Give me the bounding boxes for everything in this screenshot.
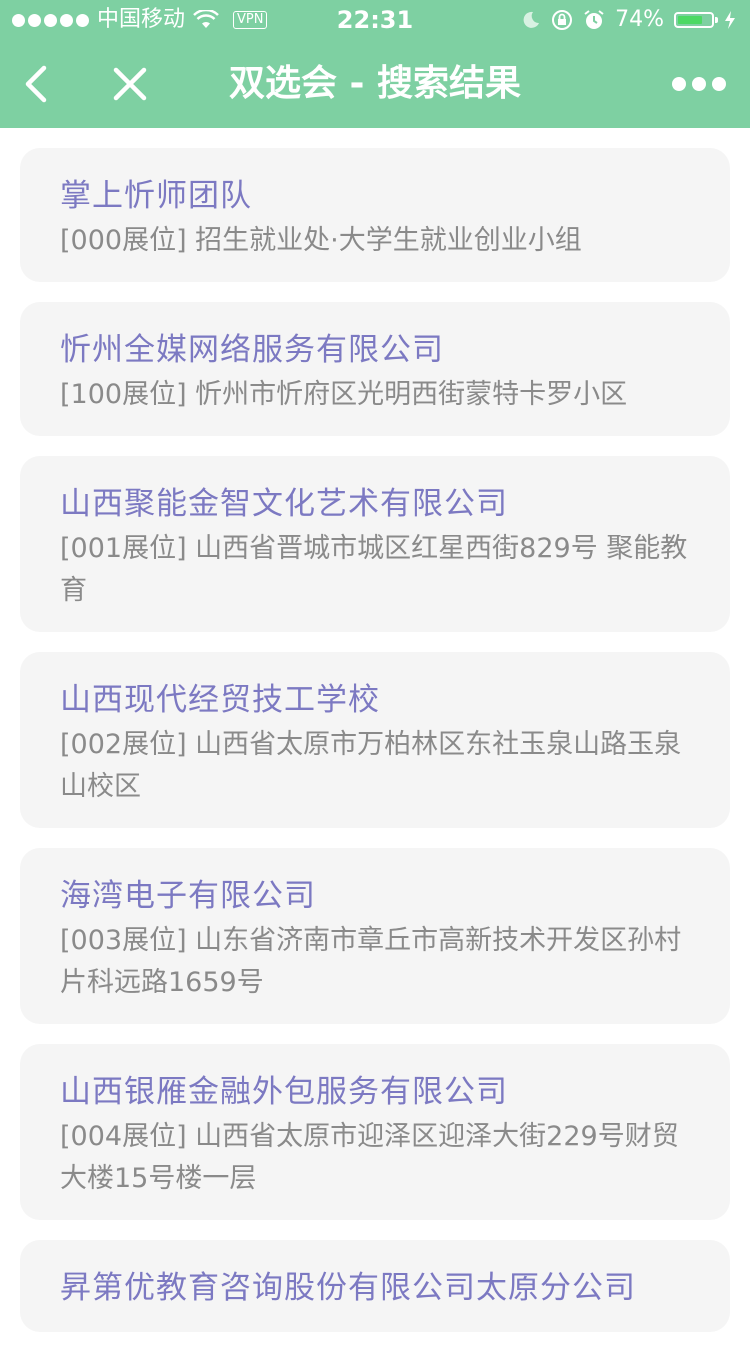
result-card[interactable]: 掌上忻师团队 [000展位] 招生就业处·大学生就业创业小组 (20, 148, 730, 282)
result-card[interactable]: 海湾电子有限公司 [003展位] 山东省济南市章丘市高新技术开发区孙村片科远路16… (20, 848, 730, 1024)
battery-icon (674, 12, 718, 28)
company-name: 山西现代经贸技工学校 (60, 682, 380, 718)
top-bar: 中国移动 VPN 22:31 74% 双选会 - 搜索结果 (0, 0, 750, 128)
search-result-list: 掌上忻师团队 [000展位] 招生就业处·大学生就业创业小组忻州全媒网络服务有限公… (20, 148, 730, 1352)
status-bar: 中国移动 VPN 22:31 74% (0, 0, 750, 40)
battery-fill (678, 16, 702, 24)
battery-percent: 74% (615, 7, 664, 32)
result-card[interactable]: 山西银雁金融外包服务有限公司 [004展位] 山西省太原市迎泽区迎泽大街229号财… (20, 1044, 730, 1220)
more-options-icon[interactable] (672, 70, 726, 98)
rotation-lock-icon (552, 10, 573, 30)
company-name: 山西银雁金融外包服务有限公司 (60, 1074, 508, 1110)
booth-address: [004展位] 山西省太原市迎泽区迎泽大街229号财贸大楼15号楼一层 (60, 1121, 679, 1194)
booth-address: [002展位] 山西省太原市万柏林区东社玉泉山路玉泉山校区 (60, 729, 682, 802)
charging-icon (725, 11, 735, 29)
result-card[interactable]: 忻州全媒网络服务有限公司 [100展位] 忻州市忻府区光明西街蒙特卡罗小区 (20, 302, 730, 436)
page-title: 双选会 - 搜索结果 (228, 63, 521, 104)
result-card[interactable]: 昇第优教育咨询股份有限公司太原分公司 (20, 1240, 730, 1332)
close-icon[interactable] (108, 62, 152, 106)
booth-address: [100展位] 忻州市忻府区光明西街蒙特卡罗小区 (60, 379, 628, 410)
company-name: 忻州全媒网络服务有限公司 (60, 332, 444, 368)
booth-address: [001展位] 山西省晋城市城区红星西街829号 聚能教育 (60, 533, 688, 606)
company-name: 昇第优教育咨询股份有限公司太原分公司 (60, 1270, 636, 1306)
moon-icon (523, 11, 540, 28)
back-icon[interactable] (18, 62, 58, 106)
result-card[interactable]: 山西现代经贸技工学校 [002展位] 山西省太原市万柏林区东社玉泉山路玉泉山校区 (20, 652, 730, 828)
booth-address: [003展位] 山东省济南市章丘市高新技术开发区孙村片科远路1659号 (60, 925, 682, 998)
alarm-icon (584, 10, 604, 29)
status-right: 74% (521, 0, 736, 40)
company-name: 山西聚能金智文化艺术有限公司 (60, 486, 508, 522)
company-name: 掌上忻师团队 (60, 178, 252, 214)
company-name: 海湾电子有限公司 (60, 878, 316, 914)
booth-address: [000展位] 招生就业处·大学生就业创业小组 (60, 225, 582, 256)
result-card[interactable]: 山西聚能金智文化艺术有限公司 [001展位] 山西省晋城市城区红星西街829号 聚… (20, 456, 730, 632)
nav-bar: 双选会 - 搜索结果 (0, 40, 750, 128)
